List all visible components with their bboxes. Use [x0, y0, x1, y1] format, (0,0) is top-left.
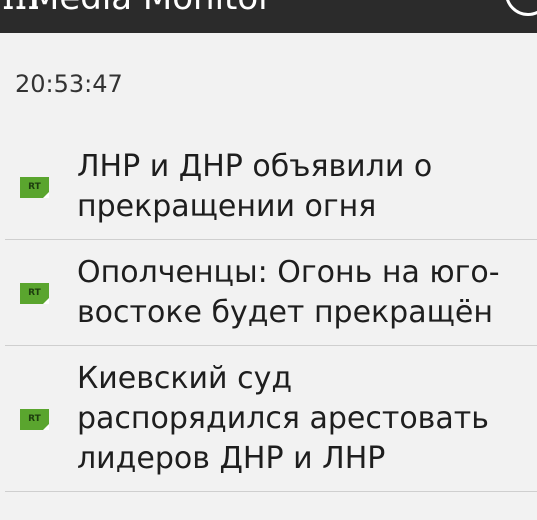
- rt-logo-icon: RT: [20, 282, 49, 304]
- news-item[interactable]: RT Киевский суд распорядился арестовать …: [0, 346, 537, 492]
- news-title: Киевский суд распорядился арестовать лид…: [77, 361, 489, 476]
- news-title: ЛНР и ДНР объявили о прекращении огня: [77, 149, 433, 224]
- app-title: Media Monitor: [30, 0, 272, 18]
- circle-action-icon[interactable]: [505, 0, 537, 16]
- news-item[interactable]: RT ЛНР и ДНР объявили о прекращении огня: [0, 134, 537, 240]
- app-bar: ɪɪɪ Media Monitor: [0, 0, 537, 33]
- rt-logo-icon: RT: [20, 408, 49, 430]
- news-list: RT ЛНР и ДНР объявили о прекращении огня…: [0, 134, 537, 492]
- news-item[interactable]: RT Ополченцы: Огонь на юго-востоке будет…: [0, 240, 537, 346]
- rt-logo-icon: RT: [20, 176, 49, 198]
- timestamp: 20:53:47: [15, 70, 123, 98]
- news-title: Ополченцы: Огонь на юго-востоке будет пр…: [77, 255, 500, 330]
